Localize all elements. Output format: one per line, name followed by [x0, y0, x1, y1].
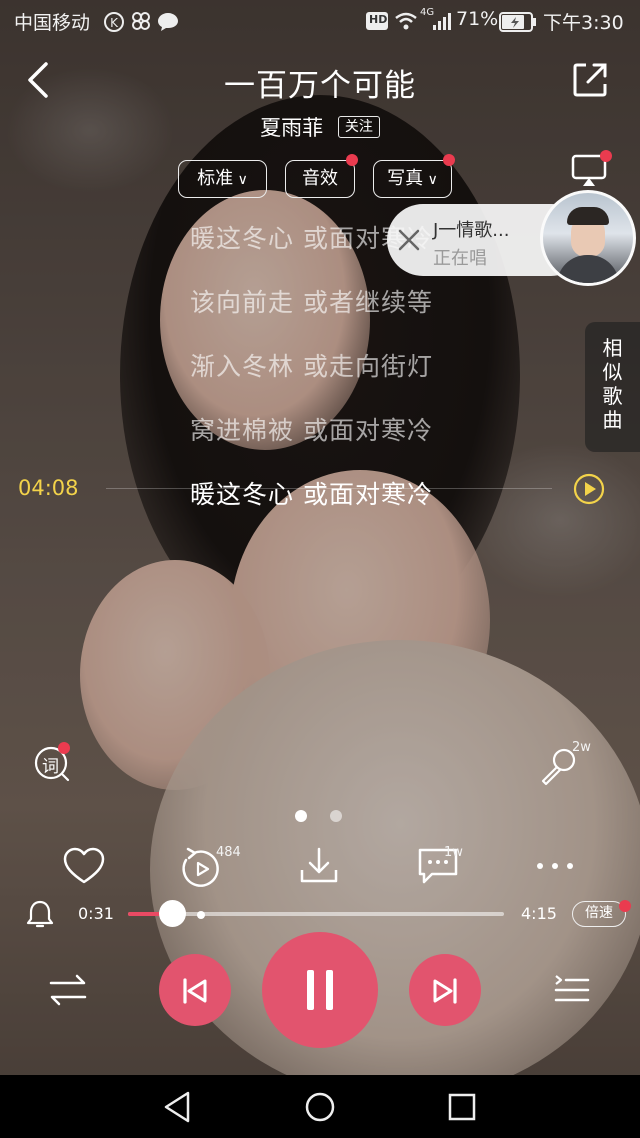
chevron-down-icon: ∨	[423, 172, 438, 188]
clock: 下午3:30	[543, 12, 624, 34]
similar-tab-char: 歌	[602, 384, 623, 408]
sound-effects-button[interactable]: 音效	[285, 160, 355, 198]
quality-label: 标准	[197, 168, 234, 189]
similar-tab-char: 曲	[602, 408, 623, 432]
singer-avatar[interactable]	[540, 190, 636, 286]
progress-thumb[interactable]	[159, 900, 186, 927]
cast-badge-dot	[600, 150, 612, 162]
similar-tab-char: 相	[602, 336, 623, 360]
wifi-icon	[395, 12, 417, 30]
artist-name[interactable]: 夏雨菲	[260, 116, 323, 140]
pause-icon	[307, 970, 333, 1010]
progress-buffer-dot	[197, 911, 205, 919]
playlist-icon[interactable]	[552, 972, 592, 1008]
like-heart-icon[interactable]	[62, 846, 106, 886]
share-icon[interactable]	[572, 62, 608, 98]
sound-effects-label: 音效	[302, 168, 338, 189]
svg-text:K: K	[110, 16, 119, 30]
lyric-line: 渐入冬林 或走向街灯	[190, 352, 433, 381]
bell-icon[interactable]	[24, 898, 56, 930]
song-title: 一百万个可能	[224, 68, 416, 104]
nav-recents-icon[interactable]	[444, 1089, 480, 1125]
close-icon[interactable]	[397, 228, 421, 252]
back-button[interactable]	[18, 58, 58, 102]
previous-button[interactable]	[159, 954, 231, 1026]
artist-row: 夏雨菲 关注	[0, 112, 640, 142]
total-time: 4:15	[521, 904, 557, 923]
quality-dropdown[interactable]: 标准 ∨	[178, 160, 267, 198]
chevron-down-icon: ∨	[233, 172, 248, 188]
comment-count: 1w	[444, 845, 463, 860]
photo-label: 写真	[387, 168, 424, 189]
shuffle-mode-icon[interactable]	[48, 972, 88, 1008]
similar-tab-char: 似	[602, 360, 623, 384]
skip-next-icon	[433, 978, 457, 1004]
sing-count: 2w	[572, 740, 591, 755]
chat-bubble-icon	[158, 13, 178, 31]
carrier-label: 中国移动	[14, 12, 91, 34]
singing-status: 正在唱	[433, 248, 487, 269]
hd-label: HD	[369, 13, 388, 26]
lyric-line-current: 暖这冬心 或面对寒冷	[190, 480, 433, 509]
status-bar: 中国移动 K HD 4G 71% 下午3:30	[0, 0, 640, 44]
lyric-seek-line	[106, 488, 552, 489]
download-icon[interactable]	[298, 846, 340, 886]
loop-count: 484	[216, 845, 241, 860]
pinwheel-icon	[132, 12, 150, 30]
lyric-line: 窝进棉被 或面对寒冷	[190, 416, 433, 445]
photo-dropdown[interactable]: 写真 ∨	[373, 160, 452, 198]
play-from-line-icon[interactable]	[572, 472, 606, 506]
system-navigation-bar	[0, 1075, 640, 1138]
speed-button[interactable]: 倍速	[572, 901, 626, 927]
follow-button[interactable]: 关注	[337, 116, 380, 138]
signal-icon	[433, 13, 451, 30]
similar-songs-tab[interactable]: 相 似 歌 曲	[585, 322, 640, 452]
lyric-seek-time: 04:08	[18, 476, 79, 500]
k-circle-icon: K	[104, 12, 124, 32]
lyric-line: 该向前走 或者继续等	[190, 288, 433, 317]
next-button[interactable]	[409, 954, 481, 1026]
battery-icon	[499, 12, 536, 32]
effects-badge-dot	[346, 154, 358, 166]
photo-badge-dot	[443, 154, 455, 166]
battery-percent: 71%	[456, 8, 499, 30]
skip-previous-icon	[183, 978, 207, 1004]
page-dot	[330, 810, 342, 822]
page-dot-active	[295, 810, 307, 822]
nav-home-icon[interactable]	[302, 1089, 338, 1125]
play-pause-button[interactable]	[262, 932, 378, 1048]
singer-name: J一情歌...	[433, 220, 510, 241]
lyric-icon-label: 词	[42, 757, 59, 777]
more-options-icon[interactable]	[532, 858, 578, 874]
elapsed-time: 0:31	[78, 904, 114, 923]
nav-back-icon[interactable]	[160, 1089, 196, 1125]
lyrics-badge-dot	[58, 742, 70, 754]
speed-badge-dot	[619, 900, 631, 912]
